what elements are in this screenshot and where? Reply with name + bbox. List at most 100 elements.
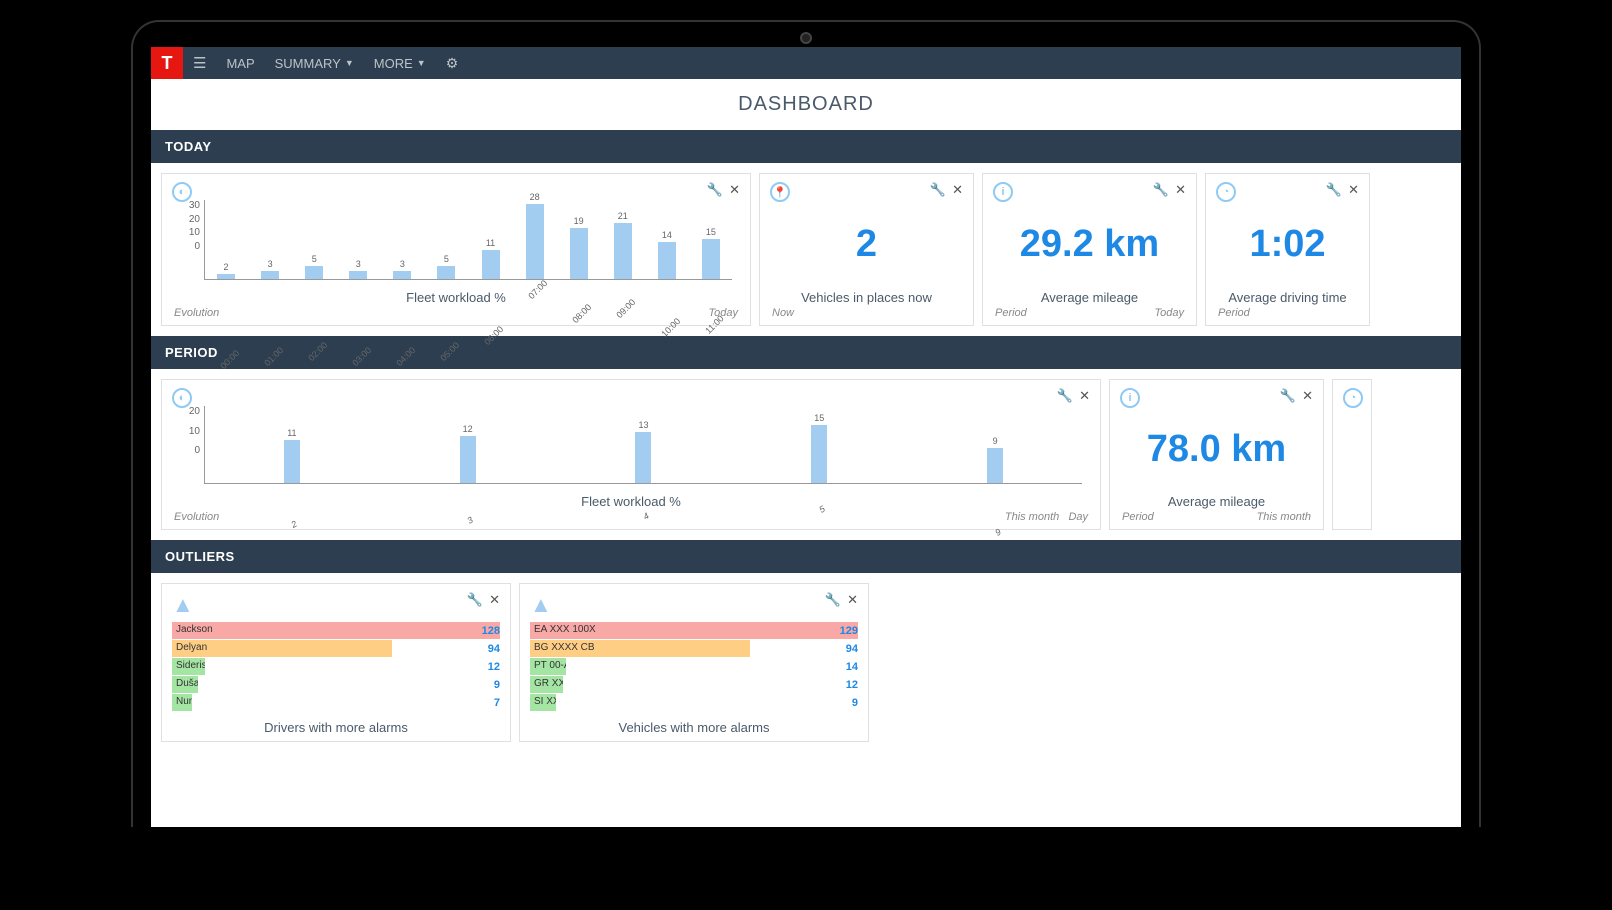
bar-rect — [658, 242, 676, 279]
nav-more[interactable]: MORE▼ — [364, 56, 436, 71]
bar: 5 05:00 — [425, 254, 467, 279]
card-rfoot: This month Day — [1005, 511, 1088, 523]
wrench-icon[interactable]: 🔧 — [825, 592, 841, 608]
close-icon[interactable]: ✕ — [1175, 182, 1186, 198]
page-title: DASHBOARD — [151, 79, 1461, 130]
bar-label: 9 — [993, 527, 1002, 538]
bar-rect — [526, 204, 544, 279]
period-chart: 20100 11 2 12 3 13 4 15 5 9 9 — [174, 388, 1088, 490]
bar-rect — [635, 432, 651, 483]
bar: 21 09:00 — [602, 211, 644, 279]
outlier-row: Delyan 94 — [172, 640, 500, 657]
outlier-name: SI XX-XXXX — [530, 694, 556, 711]
clock-icon: ◔ — [1343, 388, 1363, 408]
bar-rect — [987, 448, 1003, 483]
bar: 11 2 — [217, 428, 367, 483]
wrench-icon[interactable]: 🔧 — [930, 182, 946, 198]
bar: 28 07:00 — [514, 192, 556, 279]
outlier-count: 12 — [488, 661, 500, 673]
card-lfoot: Evolution — [174, 307, 219, 319]
section-outliers: OUTLIERS — [151, 540, 1461, 573]
bar: 3 04:00 — [381, 259, 423, 279]
bar: 14 10:00 — [646, 230, 688, 279]
bar-rect — [482, 250, 500, 279]
bar-rect — [393, 271, 411, 279]
wrench-icon[interactable]: 🔧 — [1280, 388, 1296, 404]
kpi-card: i 🔧✕ 29.2 km Average mileage PeriodToday — [982, 173, 1197, 326]
nav-summary-label: SUMMARY — [275, 56, 341, 71]
bar-value: 9 — [993, 436, 998, 446]
card-lfoot: Period — [1218, 307, 1250, 319]
gear-icon[interactable]: ⚙ — [436, 55, 469, 72]
outlier-name: Delyan — [172, 640, 392, 657]
card-rfoot: Today — [1154, 307, 1184, 319]
bar-value: 15 — [706, 227, 716, 237]
outlier-count: 129 — [840, 625, 858, 637]
bar: 3 01:00 — [249, 259, 291, 279]
outlier-row: GR XXX 0000 12 — [530, 676, 858, 693]
chevron-down-icon: ▼ — [417, 58, 426, 68]
wrench-icon[interactable]: 🔧 — [1326, 182, 1342, 198]
bar-rect — [811, 425, 827, 484]
wrench-icon[interactable]: 🔧 — [1153, 182, 1169, 198]
outlier-row: Nuno 7 — [172, 694, 500, 711]
outlier-name: Jackson — [172, 622, 500, 639]
close-icon[interactable]: ✕ — [847, 592, 858, 608]
nav-summary[interactable]: SUMMARY ▼ — [265, 56, 364, 71]
bar-value: 2 — [224, 262, 229, 272]
bar-rect — [305, 266, 323, 279]
section-today: TODAY — [151, 130, 1461, 163]
bar-rect — [614, 223, 632, 279]
outlier-count: 9 — [852, 697, 858, 709]
today-cards: ◐ 🔧✕ 3020100 2 00:00 3 01:00 5 02:00 3 0… — [151, 163, 1461, 336]
nav-map[interactable]: MAP — [216, 56, 264, 71]
bar-rect — [217, 274, 235, 279]
card-today-workload: ◐ 🔧✕ 3020100 2 00:00 3 01:00 5 02:00 3 0… — [161, 173, 751, 326]
info-icon: i — [993, 182, 1013, 202]
kpi-card: ◔ 🔧✕ 1:02 Average driving time Period — [1205, 173, 1370, 326]
close-icon[interactable]: ✕ — [1348, 182, 1359, 198]
bar-rect — [702, 239, 720, 279]
bar: 2 00:00 — [205, 262, 247, 279]
outlier-count: 94 — [846, 643, 858, 655]
bar: 5 02:00 — [293, 254, 335, 279]
close-icon[interactable]: ✕ — [489, 592, 500, 608]
bar: 15 5 — [744, 413, 894, 484]
bar-value: 19 — [574, 216, 584, 226]
outlier-count: 94 — [488, 643, 500, 655]
top-nav: T ☰ MAP SUMMARY ▼ MORE▼ ⚙ — [151, 47, 1461, 79]
close-icon[interactable]: ✕ — [952, 182, 963, 198]
period-cards: ◐ 🔧✕ 20100 11 2 12 3 13 4 15 5 9 9 F — [151, 369, 1461, 540]
outlier-row: SI XX-XXXX 9 — [530, 694, 858, 711]
card-title: Fleet workload % — [174, 490, 1088, 509]
clock-icon: ◔ — [1216, 182, 1236, 202]
chevron-down-icon: ▼ — [345, 58, 354, 68]
card-title: Average mileage — [1122, 490, 1311, 509]
bar-value: 3 — [400, 259, 405, 269]
card-lfoot: Evolution — [174, 511, 219, 523]
bar-rect — [437, 266, 455, 279]
bar-value: 14 — [662, 230, 672, 240]
close-icon[interactable]: ✕ — [1302, 388, 1313, 404]
outlier-name: Nuno — [172, 694, 192, 711]
bar-value: 21 — [618, 211, 628, 221]
hamburger-menu-icon[interactable]: ☰ — [183, 54, 216, 72]
bar: 9 9 — [920, 436, 1070, 483]
outlier-cards: 🔧✕ ▲ Jackson 128 Delyan 94 Sideris 12 Du… — [151, 573, 1461, 752]
warning-icon: ▲ — [530, 592, 858, 618]
card-partial: ◔ — [1332, 379, 1372, 530]
bar-value: 12 — [463, 424, 473, 434]
bar-value: 11 — [287, 428, 296, 438]
warning-icon: ▲ — [172, 592, 500, 618]
outlier-name: BG XXXX CB — [530, 640, 750, 657]
card-title: Vehicles in places now — [772, 286, 961, 305]
outlier-name: Dušan — [172, 676, 198, 693]
bar: 15 11:00 — [690, 227, 732, 279]
bar-value: 15 — [814, 413, 824, 423]
logo[interactable]: T — [151, 47, 183, 79]
device-camera — [800, 32, 812, 44]
outlier-row: Sideris 12 — [172, 658, 500, 675]
card-drivers-alarms: 🔧✕ ▲ Jackson 128 Delyan 94 Sideris 12 Du… — [161, 583, 511, 742]
bar-value: 13 — [638, 420, 648, 430]
wrench-icon[interactable]: 🔧 — [467, 592, 483, 608]
